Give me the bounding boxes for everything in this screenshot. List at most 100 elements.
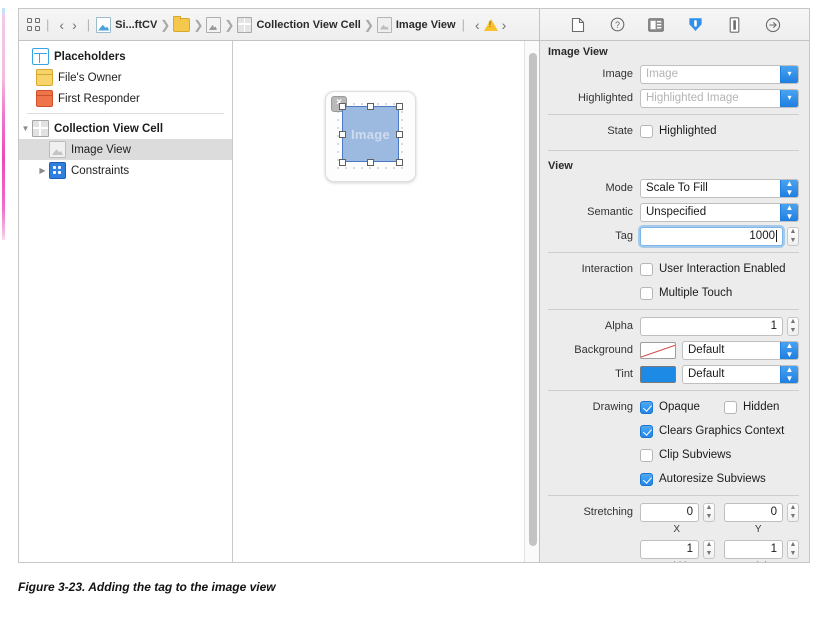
resize-handle-bottom-left[interactable] [338,158,346,166]
semantic-popup-stepper-icon[interactable]: ▲ ▼ [780,203,798,221]
stretching-width-stepper[interactable]: ▲ ▼ [703,539,715,559]
resize-handle-middle-right[interactable] [395,130,403,138]
back-button[interactable]: ‹ [55,18,68,32]
stretching-height-input[interactable]: 1 [724,539,783,559]
tag-stepper[interactable]: ▲ ▼ [787,226,799,246]
disclosure-collection-view-cell[interactable]: ▼ [19,124,32,133]
tag-input[interactable]: 1000 [640,226,783,246]
stretching-x-input[interactable]: 0 [640,502,699,522]
attributes-shield-icon[interactable] [684,15,706,35]
outline-row-constraints[interactable]: ▶ Constraints [19,160,232,181]
breadcrumb-chevron-3: ❯ [224,17,235,32]
checkbox-label-hidden: Hidden [742,401,780,413]
document-icon[interactable] [567,15,589,35]
alpha-input[interactable]: 1 [640,316,783,336]
collection-view-cell-preview[interactable]: × Image [325,91,416,182]
checkbox-highlighted-state[interactable] [640,124,653,138]
checkbox-opaque[interactable] [640,400,653,414]
outline-label-image-view: Image View [71,143,131,156]
question-circle-icon[interactable]: ? [606,15,628,35]
breadcrumb-chevron-4: ❯ [363,17,374,32]
resize-handle-top-right[interactable] [395,102,403,110]
stretching-height-stepper[interactable]: ▲ ▼ [787,539,799,559]
breadcrumb-image-view[interactable]: Image View [376,16,456,33]
alpha-stepper[interactable]: ▲ ▼ [787,316,799,336]
breadcrumb-collection-view-cell[interactable]: Collection View Cell [237,16,361,33]
forward-button[interactable]: › [68,18,81,32]
field-row-clip-subviews: Clip Subviews [540,443,809,467]
inspector-selector-bar: ? [539,9,809,41]
mode-popup-value: Scale To Fill [646,182,708,194]
tint-popup-value: Default [688,368,725,380]
label-highlighted: Highlighted [577,92,633,104]
checkbox-clip-subviews[interactable] [640,448,653,462]
checkbox-autoresize-subviews[interactable] [640,472,653,486]
checkbox-clears-graphics-context[interactable] [640,424,653,438]
warning-triangle-icon[interactable] [483,18,498,31]
checkbox-multiple-touch[interactable] [640,286,653,300]
background-color-swatch[interactable] [640,341,676,359]
stretching-y-stepper[interactable]: ▲ ▼ [787,502,799,522]
related-items-icon[interactable] [27,18,40,31]
next-issue-button[interactable]: › [498,18,511,32]
image-combo-dropdown-icon[interactable]: ▾ [780,65,798,83]
field-row-tint: Tint Default ▲ ▼ [540,362,809,386]
outline-row-first-responder[interactable]: First Responder [19,88,232,109]
resize-handle-bottom-center[interactable] [367,158,374,166]
field-row-highlighted: Highlighted Highlighted Image ▾ [540,86,809,110]
resize-handle-middle-left[interactable] [338,130,346,138]
checkbox-label-highlighted-state: Highlighted [659,125,717,137]
stretching-y-input[interactable]: 0 [724,502,783,522]
tint-popup[interactable]: Default ▲ ▼ [682,364,799,384]
jump-bar-divider: | [46,17,50,32]
breadcrumb-storyboard[interactable] [206,16,222,33]
stretching-width-input[interactable]: 1 [640,539,699,559]
outline-row-files-owner[interactable]: File's Owner [19,67,232,88]
attributes-inspector-panel[interactable]: Image View Image Image ▾ Highlighted Hig… [539,41,809,562]
image-view-icon [376,16,392,33]
editor-content: Placeholders File's Owner First Responde… [19,41,809,562]
alpha-input-value: 1 [770,320,777,332]
stretching-x-stepper[interactable]: ▲ ▼ [703,502,715,522]
document-outline[interactable]: Placeholders File's Owner First Responde… [19,41,233,562]
previous-issue-button[interactable]: ‹ [471,18,484,32]
tag-input-value: 1000 [749,230,775,242]
inspector-divider-3 [548,252,799,253]
jump-bar-divider-3: | [461,17,465,32]
tint-color-swatch[interactable] [640,365,676,383]
resize-handle-bottom-right[interactable] [395,158,403,166]
breadcrumb-project[interactable]: Si...ftCV [96,16,157,33]
canvas-scrollbar-thumb[interactable] [528,53,537,546]
disclosure-constraints[interactable]: ▶ [36,166,49,175]
resize-handle-top-left[interactable] [338,102,346,110]
checkbox-user-interaction-enabled[interactable] [640,262,653,276]
arrow-in-circle-icon[interactable] [762,15,784,35]
checkbox-hidden[interactable] [723,400,737,414]
background-popup-stepper-icon[interactable]: ▲ ▼ [780,341,798,359]
mode-popup[interactable]: Scale To Fill ▲ ▼ [640,178,799,198]
section-title-image-view: Image View [548,46,608,58]
highlighted-combo-dropdown-icon[interactable]: ▾ [780,89,798,107]
breadcrumb-folder[interactable] [173,15,191,32]
outline-row-image-view[interactable]: Image View [19,139,232,160]
canvas-vertical-scrollbar[interactable] [524,41,540,562]
outline-row-placeholders[interactable]: Placeholders [19,46,232,67]
highlighted-combo[interactable]: Highlighted Image ▾ [640,88,799,108]
mode-popup-stepper-icon[interactable]: ▲ ▼ [780,179,798,197]
ruler-icon[interactable] [723,15,745,35]
image-combo[interactable]: Image ▾ [640,64,799,84]
identity-card-icon[interactable] [645,15,667,35]
label-semantic: Semantic [587,206,633,218]
checkbox-label-autoresize-subviews: Autoresize Subviews [659,473,766,485]
breadcrumb-image-view-label: Image View [395,18,456,31]
outline-label-placeholders: Placeholders [54,50,126,63]
interface-builder-canvas[interactable]: × Image [234,41,539,562]
yellow-cube-icon [36,69,53,86]
resize-handle-top-center[interactable] [367,102,374,110]
semantic-popup[interactable]: Unspecified ▲ ▼ [640,202,799,222]
field-row-clears-graphics-context: Clears Graphics Context [540,419,809,443]
selected-image-view[interactable]: Image [342,106,399,162]
background-popup[interactable]: Default ▲ ▼ [682,340,799,360]
tint-popup-stepper-icon[interactable]: ▲ ▼ [780,365,798,383]
outline-row-collection-view-cell[interactable]: ▼ Collection View Cell [19,118,232,139]
